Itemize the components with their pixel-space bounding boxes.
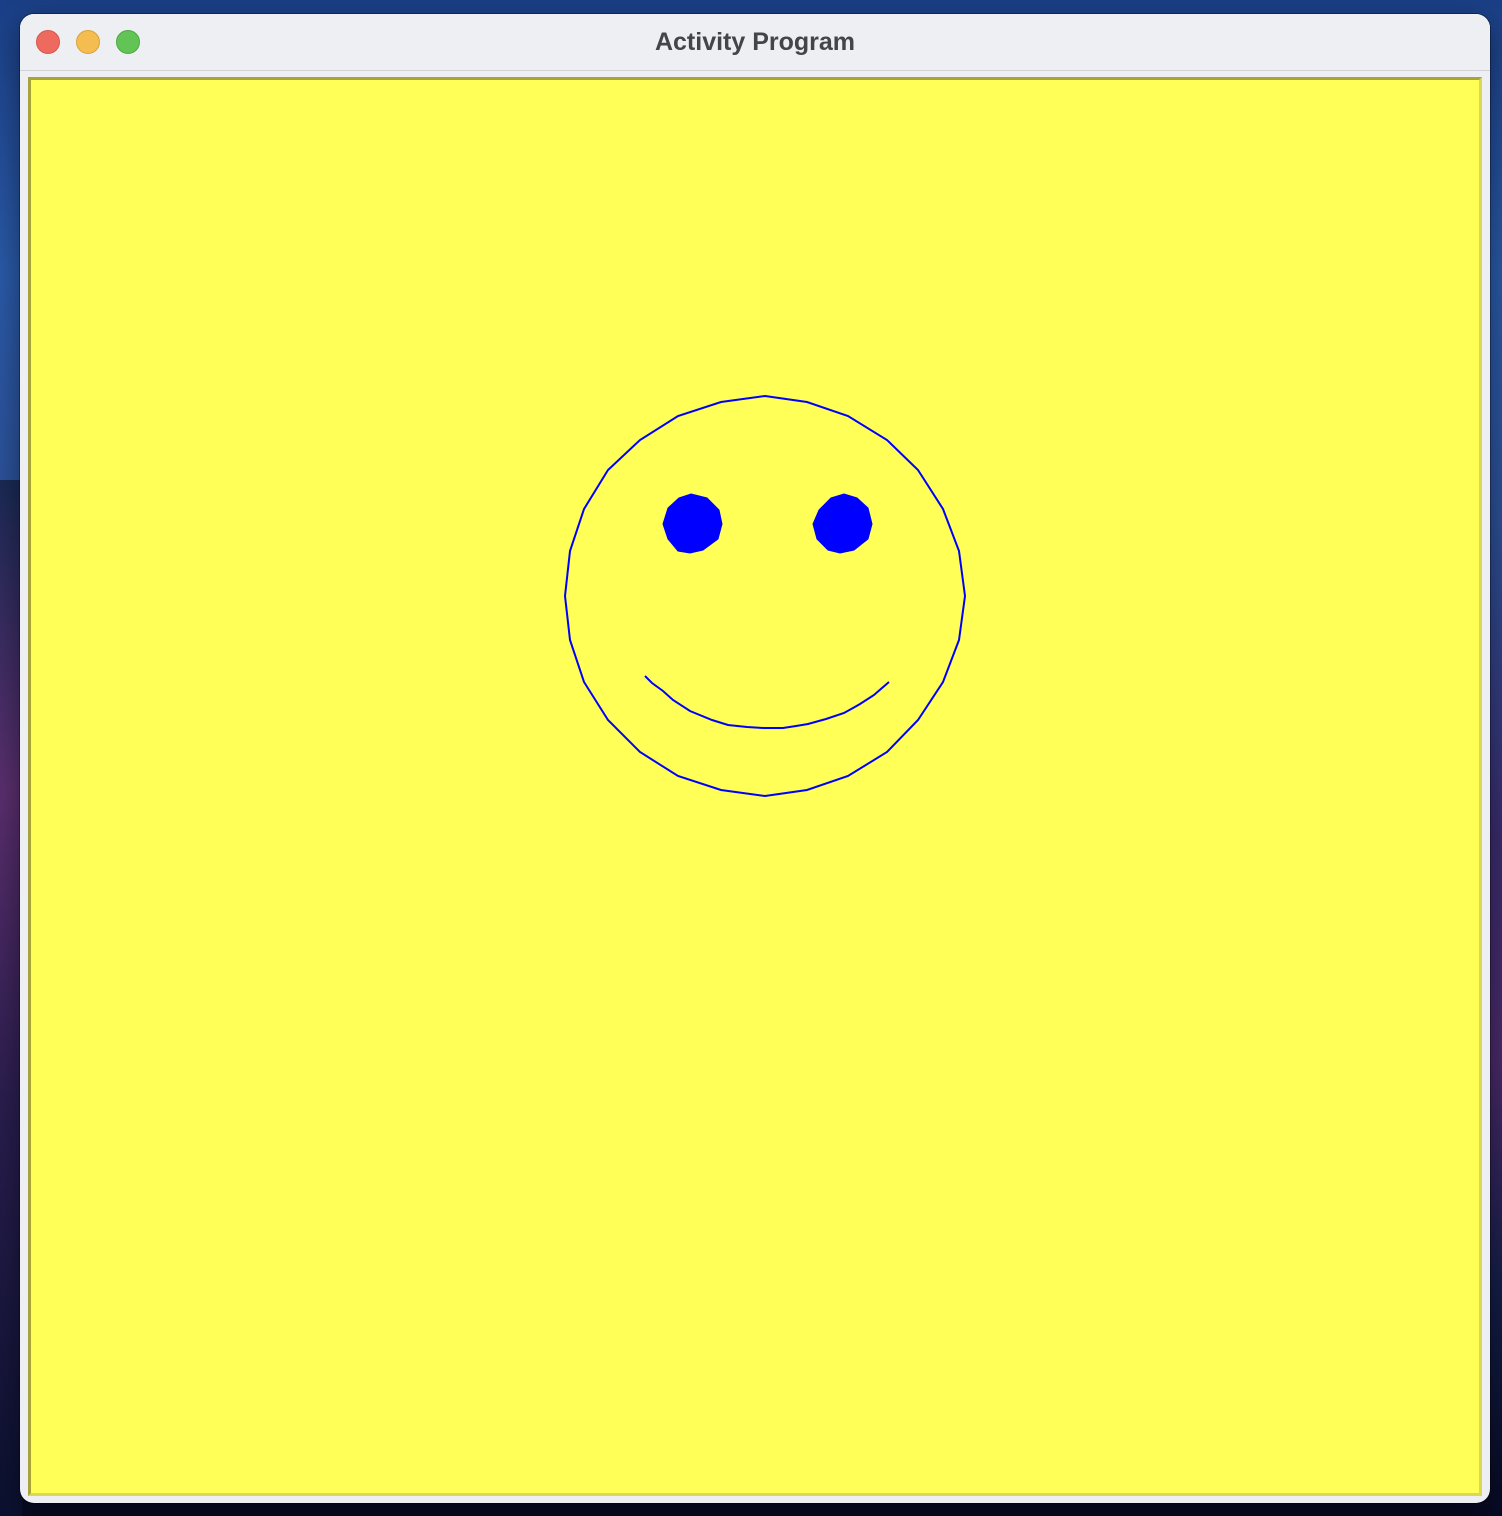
window-title: Activity Program [654,28,856,56]
drawing-canvas[interactable] [31,80,1479,1493]
title-bar[interactable]: Activity Program [20,14,1490,71]
face-outline [563,394,967,798]
smile [644,675,890,729]
desktop-wallpaper [0,480,22,1516]
right-eye [812,493,873,554]
app-window: Activity Program [20,14,1490,1503]
left-eye [662,493,723,554]
drawing-canvas-frame [28,77,1482,1496]
